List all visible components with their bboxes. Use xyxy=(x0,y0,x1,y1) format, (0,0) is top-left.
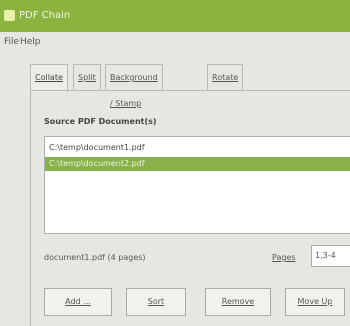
menu-help[interactable]: Help xyxy=(20,37,41,47)
tab-collate[interactable]: Collate xyxy=(30,64,68,92)
file-list-item[interactable]: C:\temp\document1.pdf xyxy=(45,141,350,155)
pages-label: Pages xyxy=(272,253,296,262)
remove-button[interactable]: Remove xyxy=(205,288,271,316)
sort-button[interactable]: Sort xyxy=(126,288,186,316)
source-documents-label: Source PDF Document(s) xyxy=(44,117,157,126)
add-button[interactable]: Add ... xyxy=(44,288,112,316)
window-title: PDF Chain xyxy=(19,10,71,21)
title-bar: PDF Chain xyxy=(0,0,350,32)
tab-split[interactable]: Split xyxy=(73,64,101,90)
document-info: document1.pdf (4 pages) xyxy=(44,253,146,262)
tab-rotate[interactable]: Rotate xyxy=(207,64,244,90)
menu-file[interactable]: File xyxy=(4,37,19,47)
pages-input[interactable]: 1,3-4 xyxy=(311,245,350,267)
menu-bar: File Help xyxy=(0,32,350,52)
source-file-list[interactable]: C:\temp\document1.pdf C:\temp\document2.… xyxy=(44,136,350,234)
file-list-item-selected[interactable]: C:\temp\document2.pdf xyxy=(45,157,350,171)
app-icon xyxy=(4,10,15,21)
tab-background-stamp[interactable]: Background / Stamp xyxy=(105,64,163,108)
move-up-button[interactable]: Move Up xyxy=(285,288,345,316)
